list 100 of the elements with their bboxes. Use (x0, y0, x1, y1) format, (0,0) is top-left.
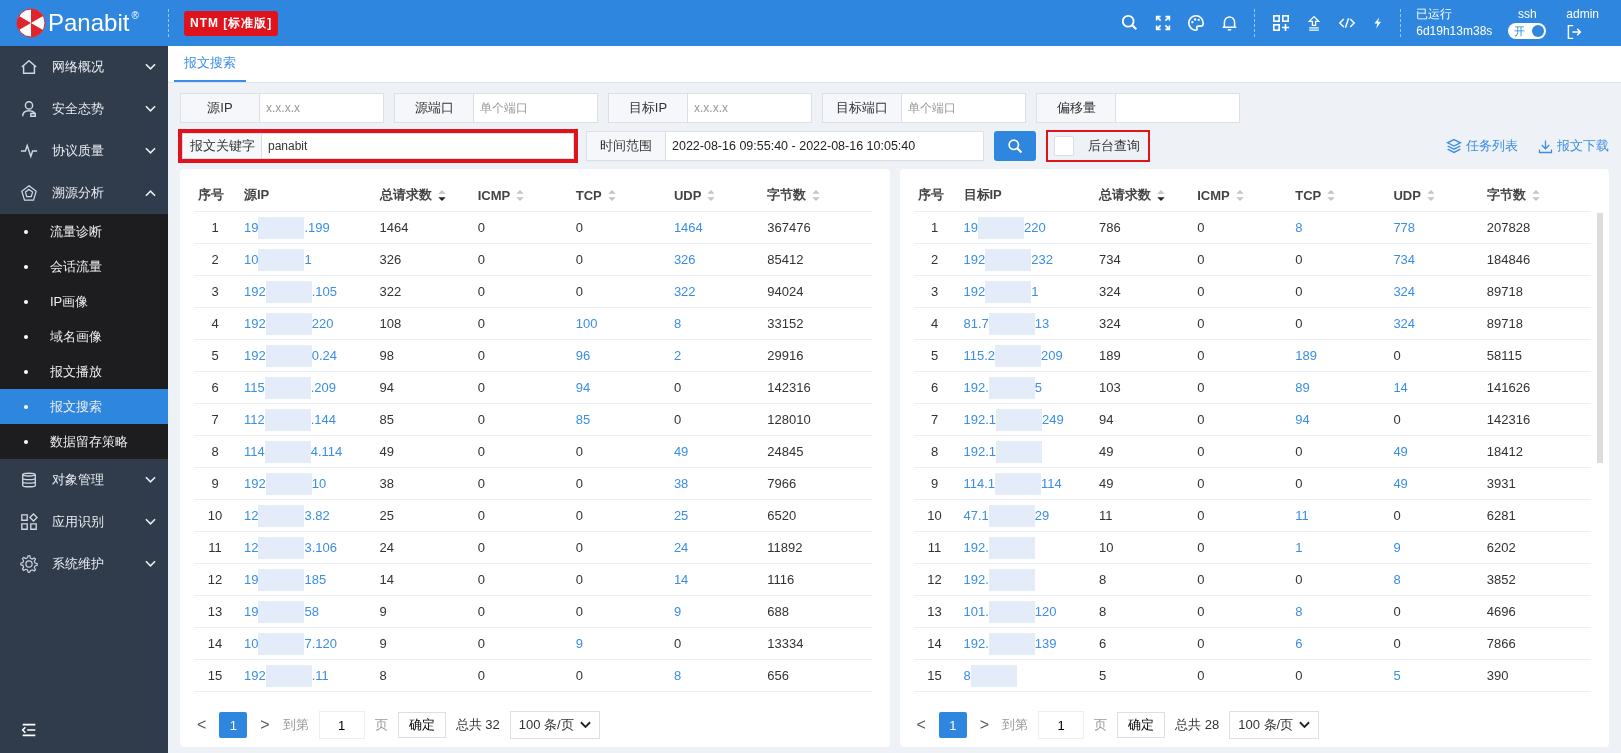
ip-link[interactable]: 58 (304, 604, 319, 619)
ip-link[interactable]: 192.1 (963, 444, 997, 459)
input-field[interactable]: 单个端口 (902, 93, 1026, 123)
sort-icon[interactable] (1156, 188, 1166, 202)
nav-item[interactable]: 系统维护 (0, 543, 168, 585)
nav-subitem[interactable]: 报文播放 (0, 354, 168, 389)
count-link[interactable]: 38 (665, 476, 760, 491)
nav-subitem[interactable]: 数据留存策略 (0, 424, 168, 459)
count-link[interactable]: 8 (665, 316, 760, 331)
count-link[interactable]: 6 (1287, 636, 1386, 651)
count-link[interactable]: 14 (1385, 380, 1479, 395)
nav-item[interactable]: 网络概况 (0, 46, 168, 88)
count-link[interactable]: 8 (1287, 220, 1386, 235)
tab[interactable]: 报文搜索 (174, 46, 246, 82)
prev-page-button[interactable]: < (913, 716, 929, 734)
ip-link[interactable]: .105 (311, 284, 337, 299)
code-icon[interactable] (1338, 15, 1357, 31)
count-link[interactable]: 11 (1287, 508, 1386, 523)
input-field[interactable]: 单个端口 (474, 93, 598, 123)
count-link[interactable]: 189 (1287, 348, 1386, 363)
ip-link[interactable]: .11 (311, 668, 329, 683)
toolbar-link[interactable]: 报文下载 (1538, 137, 1609, 155)
count-link[interactable]: 8 (1287, 604, 1386, 619)
ip-link[interactable]: 7.120 (304, 636, 337, 651)
count-link[interactable]: 734 (1385, 252, 1479, 267)
ip-link[interactable]: .209 (310, 380, 337, 395)
count-link[interactable]: 778 (1385, 220, 1479, 235)
ip-link[interactable]: 185 (304, 572, 327, 587)
ip-link[interactable]: 0.24 (311, 348, 337, 363)
ip-link[interactable]: 13 (1034, 316, 1050, 331)
toolbar-link[interactable]: 任务列表 (1446, 137, 1518, 155)
ip-link[interactable]: 192. (963, 572, 989, 587)
time-range-input[interactable]: 2022-08-16 09:55:40 - 2022-08-16 10:05:40 (666, 130, 984, 161)
count-link[interactable]: 49 (1385, 444, 1479, 459)
search-button[interactable] (994, 131, 1036, 161)
count-link[interactable]: 100 (567, 316, 666, 331)
bell-icon[interactable] (1221, 14, 1239, 32)
ip-link[interactable]: 101. (963, 604, 989, 619)
collapse-menu-icon[interactable] (20, 721, 38, 739)
checkbox[interactable] (1054, 136, 1074, 156)
nav-subitem[interactable]: 域名画像 (0, 319, 168, 354)
nav-item[interactable]: 应用识别 (0, 501, 168, 543)
page-button[interactable]: 1 (938, 712, 967, 738)
count-link[interactable]: 9 (665, 604, 760, 619)
ip-link[interactable]: 29 (1034, 508, 1050, 523)
ip-link[interactable]: 192 (963, 284, 986, 299)
ip-link[interactable]: 19 (244, 604, 259, 619)
count-link[interactable]: 9 (567, 636, 666, 651)
count-link[interactable]: 89 (1287, 380, 1386, 395)
next-page-button[interactable]: > (257, 716, 273, 734)
ip-link[interactable]: 12 (244, 540, 259, 555)
ip-link[interactable]: 1 (1031, 284, 1039, 299)
ip-link[interactable]: 232 (1031, 252, 1053, 267)
ip-link[interactable]: 192 (244, 668, 266, 683)
count-link[interactable]: 24 (665, 540, 760, 555)
fullscreen-icon[interactable] (1155, 15, 1172, 31)
count-link[interactable]: 8 (1385, 572, 1479, 587)
ip-link[interactable]: 114.1 (963, 476, 996, 491)
ip-link[interactable]: 19 (244, 572, 259, 587)
ip-link[interactable]: 19 (963, 220, 978, 235)
nav-subitem[interactable]: 流量诊断 (0, 214, 168, 249)
logout-icon[interactable] (1566, 23, 1583, 40)
page-input[interactable]: 1 (1038, 711, 1085, 739)
scrollbar[interactable] (1597, 213, 1603, 463)
ip-link[interactable]: 3.106 (304, 540, 337, 555)
ip-link[interactable]: 10 (311, 476, 327, 491)
ip-link[interactable]: 192 (963, 252, 986, 267)
sort-icon[interactable] (436, 188, 447, 202)
ssh-toggle[interactable]: 开 (1508, 23, 1547, 39)
count-link[interactable]: 14 (665, 572, 760, 587)
count-link[interactable]: 324 (1385, 284, 1479, 299)
search-icon[interactable] (1121, 14, 1140, 32)
count-link[interactable]: 2 (665, 348, 760, 363)
nav-subitem[interactable]: 报文搜索 (0, 389, 168, 424)
nav-item[interactable]: 溯源分析 (0, 172, 168, 214)
background-query-option[interactable]: 后台查询 (1046, 130, 1150, 162)
ip-link[interactable]: 10 (244, 636, 259, 651)
ip-link[interactable]: 192. (963, 540, 989, 555)
ip-link[interactable]: 3.82 (304, 508, 330, 523)
input-field[interactable]: x.x.x.x (688, 93, 812, 123)
ip-link[interactable]: 12 (244, 508, 259, 523)
count-link[interactable]: 1464 (665, 220, 760, 235)
ip-link[interactable]: 249 (1042, 412, 1064, 427)
ip-link[interactable]: 139 (1034, 636, 1057, 651)
input-field[interactable] (1116, 93, 1240, 123)
palette-icon[interactable] (1187, 14, 1206, 32)
count-link[interactable]: 9 (1385, 540, 1479, 555)
ip-link[interactable]: 47.1 (963, 508, 989, 523)
ip-link[interactable]: 192 (244, 476, 266, 491)
count-link[interactable]: 322 (665, 284, 760, 299)
ip-link[interactable]: 114 (244, 444, 265, 459)
count-link[interactable]: 1 (1287, 540, 1386, 555)
count-link[interactable]: 326 (665, 252, 760, 267)
ip-link[interactable]: 120 (1034, 604, 1057, 619)
ip-link[interactable]: 192 (244, 284, 266, 299)
page-button[interactable]: 1 (219, 712, 248, 738)
ip-link[interactable]: 4.114 (310, 444, 343, 459)
count-link[interactable]: 324 (1385, 316, 1479, 331)
count-link[interactable]: 49 (1385, 476, 1479, 491)
page-size-select[interactable]: 100 条/页 (1229, 711, 1320, 739)
